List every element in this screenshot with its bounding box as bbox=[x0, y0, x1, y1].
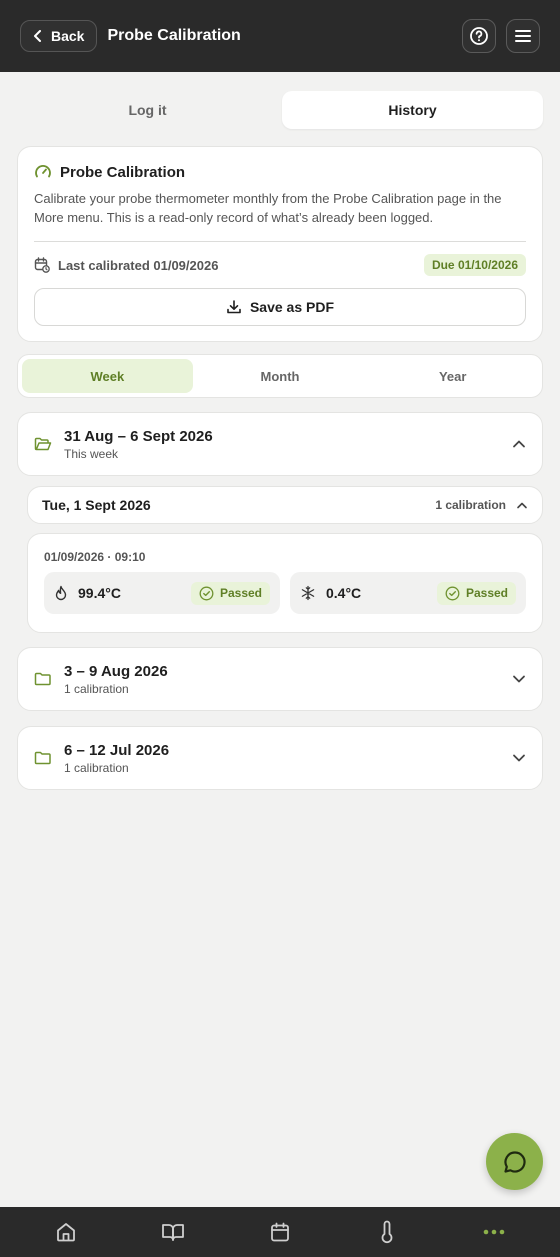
ice-reading: 0.4°C Passed bbox=[290, 572, 526, 614]
week-title: 6 – 12 Jul 2026 bbox=[64, 741, 170, 759]
week-subtitle: 1 calibration bbox=[64, 681, 129, 696]
thermometer-icon bbox=[379, 1220, 395, 1244]
view-tabs: Log it History bbox=[17, 91, 543, 129]
day-title: Tue, 1 Sept 2026 bbox=[42, 497, 151, 513]
period-tabs: Week Month Year bbox=[17, 354, 543, 398]
chevron-up-icon bbox=[512, 439, 526, 449]
hamburger-menu-icon bbox=[514, 28, 532, 44]
nav-calendar[interactable] bbox=[255, 1212, 305, 1252]
flame-icon bbox=[54, 585, 68, 601]
bottom-navigation bbox=[0, 1207, 560, 1257]
download-icon bbox=[226, 299, 242, 315]
calendar-icon bbox=[269, 1221, 291, 1243]
boiling-reading: 99.4°C Passed bbox=[44, 572, 280, 614]
week-title: 31 Aug – 6 Sept 2026 bbox=[64, 427, 213, 445]
book-icon bbox=[161, 1221, 185, 1243]
nav-more[interactable] bbox=[469, 1212, 519, 1252]
day-group-header[interactable]: Tue, 1 Sept 2026 1 calibration bbox=[27, 486, 543, 524]
due-badge: Due 01/10/2026 bbox=[423, 254, 526, 276]
status-label: Passed bbox=[465, 586, 508, 600]
folder-open-icon bbox=[34, 436, 52, 452]
folder-icon bbox=[34, 671, 52, 687]
help-button[interactable] bbox=[462, 19, 496, 53]
chat-bubble-icon bbox=[502, 1149, 528, 1175]
nav-temperature[interactable] bbox=[362, 1212, 412, 1252]
reading-value: 99.4°C bbox=[78, 585, 121, 601]
week-group-header[interactable]: 3 – 9 Aug 2026 1 calibration bbox=[17, 647, 543, 711]
chevron-up-icon bbox=[516, 501, 528, 510]
week-subtitle: 1 calibration bbox=[64, 760, 129, 775]
last-calibrated-text: Last calibrated 01/09/2026 bbox=[58, 257, 219, 273]
nav-book[interactable] bbox=[148, 1212, 198, 1252]
app-header: Back Probe Calibration bbox=[0, 0, 560, 72]
chevron-down-icon bbox=[512, 674, 526, 684]
snowflake-icon bbox=[300, 585, 316, 601]
tab-history[interactable]: History bbox=[282, 91, 543, 129]
save-pdf-label: Save as PDF bbox=[249, 299, 335, 315]
week-title: 3 – 9 Aug 2026 bbox=[64, 662, 168, 680]
more-icon bbox=[482, 1228, 506, 1236]
reading-value: 0.4°C bbox=[326, 585, 362, 601]
help-circle-icon bbox=[469, 26, 489, 46]
chevron-left-icon bbox=[33, 30, 43, 42]
status-badge: Passed bbox=[190, 581, 270, 605]
tab-month[interactable]: Month bbox=[195, 359, 366, 393]
status-badge: Passed bbox=[436, 581, 516, 605]
menu-button[interactable] bbox=[506, 19, 540, 53]
divider bbox=[34, 241, 526, 242]
tab-year[interactable]: Year bbox=[367, 359, 538, 393]
chevron-down-icon bbox=[512, 753, 526, 763]
chat-button[interactable] bbox=[486, 1133, 543, 1190]
info-title: Probe Calibration bbox=[60, 163, 186, 181]
info-card: Probe Calibration Calibrate your probe t… bbox=[17, 146, 543, 342]
page-title: Probe Calibration bbox=[107, 27, 241, 44]
info-description: Calibrate your probe thermometer monthly… bbox=[34, 191, 502, 225]
calibration-entry: 01/09/2026 · 09:10 99.4°C Passed 0.4°C P… bbox=[27, 533, 543, 633]
entry-timestamp: 01/09/2026 · 09:10 bbox=[44, 550, 146, 564]
home-icon bbox=[55, 1221, 77, 1243]
save-pdf-button[interactable]: Save as PDF bbox=[34, 288, 526, 326]
back-label: Back bbox=[51, 28, 85, 44]
status-label: Passed bbox=[219, 586, 262, 600]
back-button[interactable]: Back bbox=[20, 20, 98, 52]
check-circle-icon bbox=[445, 586, 460, 601]
nav-home[interactable] bbox=[41, 1212, 91, 1252]
week-subtitle: This week bbox=[64, 446, 119, 461]
week-group-header[interactable]: 6 – 12 Jul 2026 1 calibration bbox=[17, 726, 543, 790]
week-group-header[interactable]: 31 Aug – 6 Sept 2026 This week bbox=[17, 412, 543, 476]
day-count: 1 calibration bbox=[435, 498, 506, 512]
gauge-icon bbox=[34, 163, 52, 181]
calendar-clock-icon bbox=[34, 257, 50, 273]
tab-log-it[interactable]: Log it bbox=[17, 91, 278, 129]
folder-icon bbox=[34, 750, 52, 766]
tab-week[interactable]: Week bbox=[22, 359, 193, 393]
check-circle-icon bbox=[199, 586, 214, 601]
